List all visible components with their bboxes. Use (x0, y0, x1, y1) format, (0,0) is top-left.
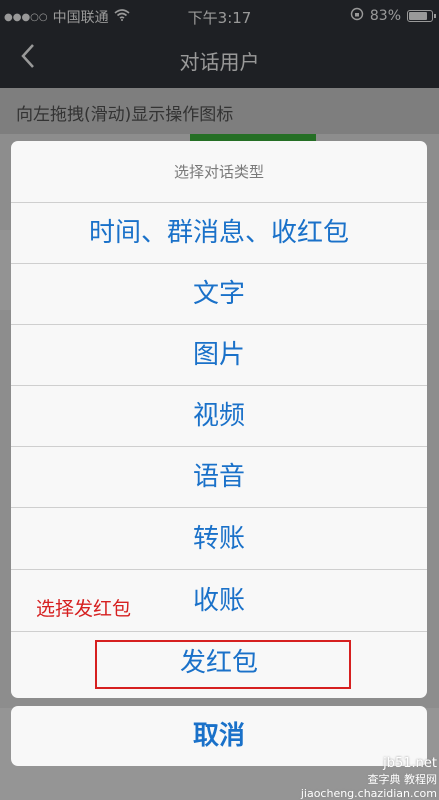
action-sheet-title: 选择对话类型 (11, 141, 427, 203)
annotation-highlight-box (95, 640, 351, 689)
option-video[interactable]: 视频 (11, 386, 427, 447)
option-text[interactable]: 文字 (11, 264, 427, 325)
option-image[interactable]: 图片 (11, 325, 427, 386)
option-voice[interactable]: 语音 (11, 447, 427, 508)
watermark: jb51.net 查字典 教程网 jiaocheng.chazidian.com (297, 756, 438, 800)
watermark-site: jb51.net (383, 756, 437, 771)
option-transfer[interactable]: 转账 (11, 509, 427, 570)
option-time-group-receive-red-packet[interactable]: 时间、群消息、收红包 (11, 203, 427, 264)
watermark-line1: 查字典 教程网 (367, 773, 438, 786)
annotation-label: 选择发红包 (36, 598, 132, 620)
watermark-line2: jiaocheng.chazidian.com (300, 787, 437, 800)
